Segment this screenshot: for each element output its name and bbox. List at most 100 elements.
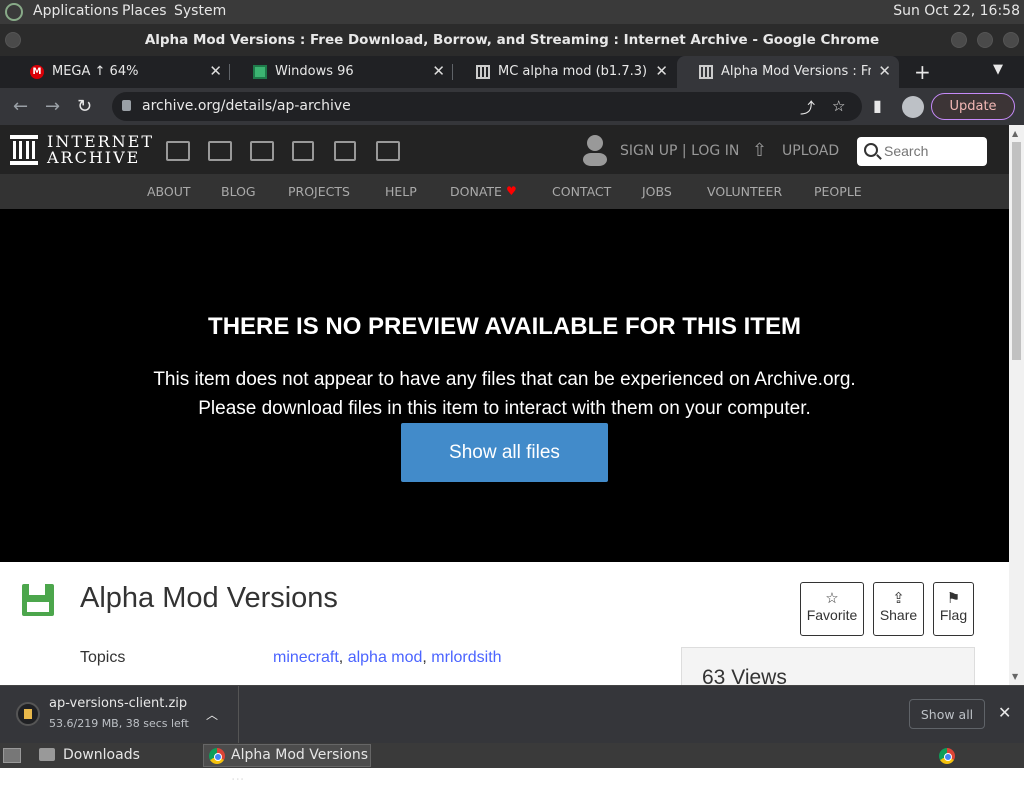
scroll-down-arrow-icon[interactable]: ▼ <box>1012 672 1018 681</box>
close-icon[interactable]: ✕ <box>655 62 668 80</box>
close-icon[interactable]: ✕ <box>998 703 1011 722</box>
web-icon[interactable] <box>166 141 190 161</box>
archive-icon <box>699 65 713 79</box>
reload-icon[interactable]: ↻ <box>77 96 92 117</box>
close-icon[interactable]: ✕ <box>432 62 445 80</box>
star-icon: ☆ <box>825 590 839 607</box>
tab-strip: M MEGA ↑ 64% ✕ Windows 96 ✕ MC alpha mod… <box>0 56 1024 88</box>
minimize-button[interactable] <box>951 32 967 48</box>
maximize-button[interactable] <box>977 32 993 48</box>
topics-label: Topics <box>80 649 126 666</box>
tab-mc-alpha-mod[interactable]: MC alpha mod (b1.7.3) versi ✕ <box>454 56 676 88</box>
close-window-button[interactable] <box>1003 32 1019 48</box>
system-top-panel: Applications Places System Sun Oct 22, 1… <box>0 0 1024 24</box>
close-icon[interactable]: ✕ <box>878 62 891 80</box>
no-preview-message-line1: This item does not appear to have any fi… <box>153 369 856 390</box>
new-tab-button[interactable]: + <box>914 60 931 84</box>
show-all-files-button[interactable]: Show all files <box>401 423 608 482</box>
zip-file-icon[interactable] <box>16 702 40 726</box>
taskbar-chrome-window[interactable]: Alpha Mod Versions ... <box>203 744 371 784</box>
forward-arrow-icon[interactable]: → <box>45 96 60 117</box>
chevron-up-icon[interactable]: ︿ <box>206 706 218 723</box>
chrome-icon <box>209 748 225 764</box>
address-bar[interactable]: archive.org/details/ap-archive ⤴ ☆ <box>112 92 862 121</box>
menu-applications[interactable]: Applications <box>33 3 119 19</box>
software-icon[interactable] <box>334 141 356 161</box>
signup-login-link[interactable]: SIGN UP | LOG IN <box>620 143 739 159</box>
topic-link[interactable]: mrlordsith <box>431 649 501 666</box>
ia-top-nav: INTERNET ARCHIVE SIGN UP | LOG IN ⇧ UPLO… <box>0 125 1009 174</box>
scroll-up-arrow-icon[interactable]: ▲ <box>1012 129 1018 138</box>
video-icon[interactable] <box>250 141 274 161</box>
flag-button[interactable]: ⚑ Flag <box>933 582 974 636</box>
tab-windows96[interactable]: Windows 96 ✕ <box>231 56 453 88</box>
back-arrow-icon[interactable]: ← <box>13 96 28 117</box>
nav-help[interactable]: HELP <box>385 184 417 199</box>
ia-search-box[interactable] <box>857 137 987 166</box>
search-input[interactable] <box>884 143 979 159</box>
software-floppy-icon <box>22 584 54 616</box>
lock-icon[interactable] <box>122 100 131 111</box>
side-panel-icon[interactable]: ▮ <box>873 96 882 115</box>
topics-list: minecraft, alpha mod, mrlordsith <box>273 649 502 666</box>
system-clock[interactable]: Sun Oct 22, 16:58 <box>893 3 1020 19</box>
nav-jobs[interactable]: JOBS <box>642 184 672 199</box>
upload-link[interactable]: UPLOAD <box>782 143 839 159</box>
nav-blog[interactable]: BLOG <box>221 184 256 199</box>
download-status: 53.6/219 MB, 38 secs left <box>49 717 189 730</box>
search-icon[interactable] <box>864 143 878 157</box>
download-shelf: ap-versions-client.zip 53.6/219 MB, 38 s… <box>0 685 1024 743</box>
views-box: 63 Views <box>681 647 975 689</box>
close-icon[interactable]: ✕ <box>209 62 222 80</box>
topic-link[interactable]: minecraft <box>273 649 339 666</box>
audio-icon[interactable] <box>292 141 314 161</box>
page-scrollbar[interactable]: ▲ ▼ <box>1009 125 1024 685</box>
system-logo-icon[interactable] <box>5 3 23 21</box>
upload-icon[interactable]: ⇧ <box>752 140 767 161</box>
window-titlebar: Alpha Mod Versions : Free Download, Borr… <box>0 24 1024 56</box>
no-preview-message-line2: Please download files in this item to in… <box>198 398 811 419</box>
mega-icon: M <box>30 65 44 79</box>
ia-logo-text[interactable]: INTERNET ARCHIVE <box>47 134 154 166</box>
archive-icon <box>476 65 490 79</box>
share-icon[interactable]: ⤴ <box>800 97 815 118</box>
user-icon[interactable] <box>582 134 608 166</box>
heart-icon[interactable]: ♥ <box>506 184 517 198</box>
url-text[interactable]: archive.org/details/ap-archive <box>142 98 351 114</box>
tab-label: MEGA ↑ 64% <box>52 64 139 79</box>
topic-link[interactable]: alpha mod <box>348 649 423 666</box>
windows96-icon <box>253 65 267 79</box>
nav-contact[interactable]: CONTACT <box>552 184 611 199</box>
menu-system[interactable]: System <box>174 3 226 19</box>
tab-label: Alpha Mod Versions : Free D <box>721 64 871 79</box>
favorite-button[interactable]: ☆ Favorite <box>800 582 864 636</box>
share-icon: ⇪ <box>892 590 905 607</box>
bottom-taskbar: Downloads Alpha Mod Versions ... <box>0 743 1024 784</box>
taskbar-downloads-window[interactable]: Downloads <box>38 743 140 768</box>
show-desktop-icon[interactable] <box>3 748 21 763</box>
update-button[interactable]: Update <box>931 93 1015 120</box>
show-all-downloads-button[interactable]: Show all <box>909 699 985 729</box>
nav-people[interactable]: PEOPLE <box>814 184 862 199</box>
window-title: Alpha Mod Versions : Free Download, Borr… <box>144 32 880 48</box>
download-filename[interactable]: ap-versions-client.zip <box>49 696 187 711</box>
bookmark-star-icon[interactable]: ☆ <box>832 97 845 115</box>
texts-icon[interactable] <box>208 141 232 161</box>
browser-toolbar: ← → ↻ archive.org/details/ap-archive ⤴ ☆… <box>0 88 1024 125</box>
scroll-thumb[interactable] <box>1012 142 1021 360</box>
profile-avatar-icon[interactable] <box>902 96 924 118</box>
tab-search-chevron-icon[interactable]: ▼ <box>993 62 1003 77</box>
nav-volunteer[interactable]: VOLUNTEER <box>707 184 782 199</box>
tab-alpha-mod-versions[interactable]: Alpha Mod Versions : Free D ✕ <box>677 56 899 88</box>
share-button[interactable]: ⇪ Share <box>873 582 924 636</box>
item-title: Alpha Mod Versions <box>80 582 338 614</box>
nav-donate[interactable]: DONATE <box>450 184 502 199</box>
nav-projects[interactable]: PROJECTS <box>288 184 350 199</box>
nav-about[interactable]: ABOUT <box>147 184 191 199</box>
item-details: Alpha Mod Versions ☆ Favorite ⇪ Share ⚑ … <box>0 562 1009 689</box>
images-icon[interactable] <box>376 141 400 161</box>
menu-places[interactable]: Places <box>122 3 167 19</box>
tab-mega[interactable]: M MEGA ↑ 64% ✕ <box>8 56 230 88</box>
internet-archive-logo-icon[interactable] <box>10 135 38 165</box>
chrome-tray-icon[interactable] <box>939 748 955 764</box>
